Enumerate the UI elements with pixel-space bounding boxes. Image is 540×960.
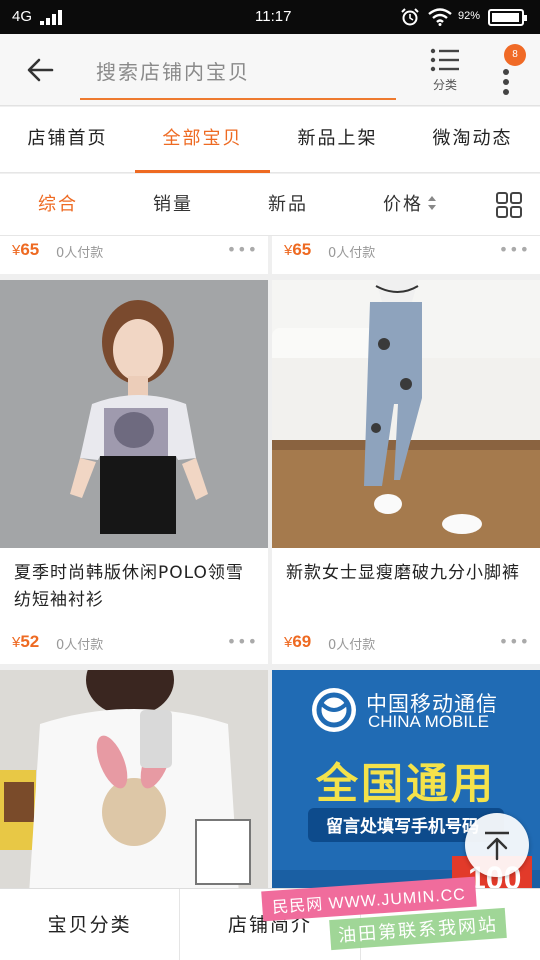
notification-badge: 8 [504,44,526,66]
price: ¥65 [284,240,312,259]
tab-new-arrivals[interactable]: 新品上架 [270,107,405,172]
more-vertical-icon [503,69,509,95]
search-box[interactable] [80,50,396,100]
sold-count: 0人付款 [328,638,376,653]
product-card[interactable] [0,670,268,888]
status-bar: 4G 11:17 92% [0,0,540,34]
product-image[interactable] [0,670,268,888]
top-header: 分类 8 [0,34,540,106]
product-card[interactable]: 新款女士显瘦磨破九分小脚裤 ¥69 0人付款 ••• [272,280,540,664]
ad-subline: 留言处填写手机号码 [326,817,479,837]
more-options-icon[interactable]: ••• [499,632,530,651]
back-arrow-icon[interactable] [22,52,58,88]
more-options-icon[interactable]: ••• [227,632,258,651]
price: ¥69 [284,632,312,651]
arrow-up-icon [485,831,509,861]
product-card[interactable]: ¥65 0人付款 ••• [0,236,268,274]
more-options-icon[interactable]: ••• [499,240,530,259]
sort-price[interactable]: 价格 [383,174,437,236]
product-title[interactable]: 新款女士显瘦磨破九分小脚裤 [286,560,530,587]
grid-view-icon[interactable] [496,192,522,218]
sort-price-label: 价格 [383,194,423,215]
ad-headline: 全国通用 [316,759,497,808]
sort-newest[interactable]: 新品 [268,174,308,236]
sort-toggle-icon [428,196,436,210]
category-button[interactable]: 分类 [420,46,470,100]
wifi-icon [428,8,452,26]
product-grid: ¥65 0人付款 ••• ¥65 0人付款 ••• 夏季时尚韩版休闲POLO领雪… [0,236,540,888]
back-to-top-button[interactable] [465,813,529,877]
tab-all-items[interactable]: 全部宝贝 [135,107,270,173]
battery-percent: 92% [458,10,481,22]
carrier-label: 4G [12,8,33,25]
bottom-bar: 宝贝分类 店铺简介 [0,888,540,960]
sold-count: 0人付款 [328,246,376,261]
ad-brand-en: CHINA MOBILE [368,712,489,731]
clock: 11:17 [255,8,292,25]
signal-icon [40,10,62,25]
item-categories-button[interactable]: 宝贝分类 [0,889,181,960]
more-options-icon[interactable]: ••• [227,240,258,259]
tab-weitao-feed[interactable]: 微淘动态 [405,107,540,172]
product-image[interactable] [272,280,540,548]
product-title[interactable]: 夏季时尚韩版休闲POLO领雪纺短袖衬衫 [14,560,258,614]
price-row: ¥69 0人付款 ••• [284,632,530,656]
price-row: ¥65 0人付款 ••• [284,240,530,264]
alarm-icon [401,8,419,26]
sort-sales[interactable]: 销量 [153,174,193,236]
sold-count: 0人付款 [56,638,104,653]
battery-icon [488,9,527,26]
shop-intro-button[interactable]: 店铺简介 [180,889,361,960]
price-row: ¥65 0人付款 ••• [12,240,258,264]
price-row: ¥52 0人付款 ••• [12,632,258,656]
sold-count: 0人付款 [56,246,104,261]
price: ¥52 [12,632,40,651]
list-icon [430,48,459,72]
contact-button[interactable] [361,889,540,960]
tab-shop-home[interactable]: 店铺首页 [0,107,135,172]
sort-bar: 综合 销量 新品 价格 [0,174,540,236]
more-menu-button[interactable]: 8 [488,42,532,98]
product-card[interactable]: 夏季时尚韩版休闲POLO领雪纺短袖衬衫 ¥52 0人付款 ••• [0,280,268,664]
shop-tabs: 店铺首页 全部宝贝 新品上架 微淘动态 [0,107,540,173]
sort-overall[interactable]: 综合 [38,174,78,236]
category-label: 分类 [432,78,457,92]
product-image[interactable] [0,280,268,548]
product-card[interactable]: ¥65 0人付款 ••• [272,236,540,274]
search-input[interactable] [80,50,396,94]
price: ¥65 [12,240,40,259]
